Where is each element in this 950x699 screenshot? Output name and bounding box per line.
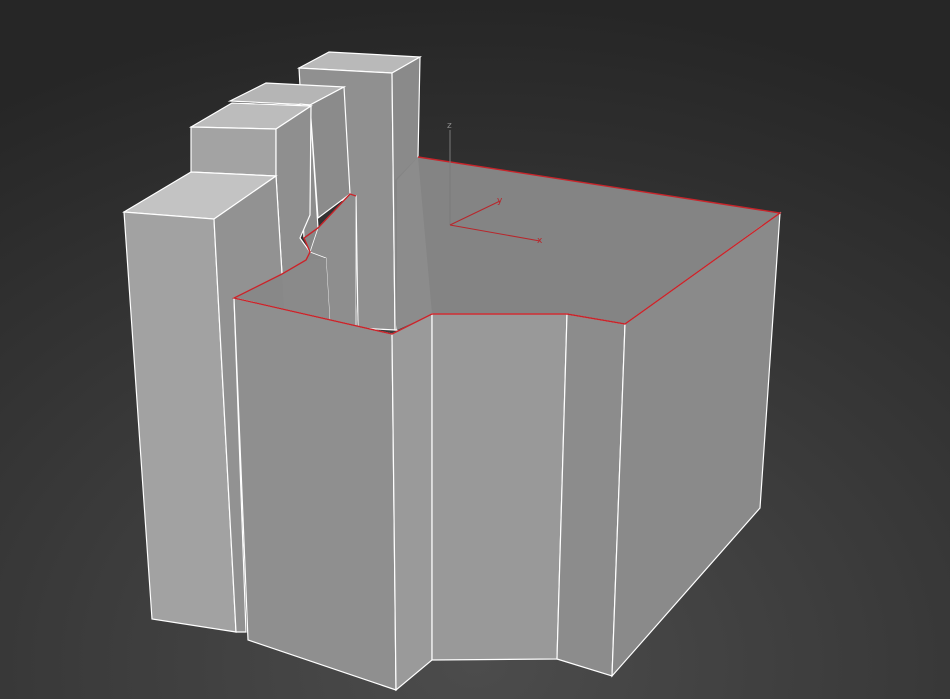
y-axis-label: y [497,196,503,206]
viewport-canvas[interactable]: z y x [0,0,950,699]
container-front-left-bevel [391,313,433,692]
container-front-center-face [431,313,568,661]
tower-left-side-face [275,104,312,276]
z-axis-label: z [447,121,452,131]
x-axis-label: x [537,236,543,246]
perspective-viewport[interactable]: z y x [0,0,950,699]
container-front-left-face [233,297,397,691]
tower-left-front-face [190,126,277,177]
